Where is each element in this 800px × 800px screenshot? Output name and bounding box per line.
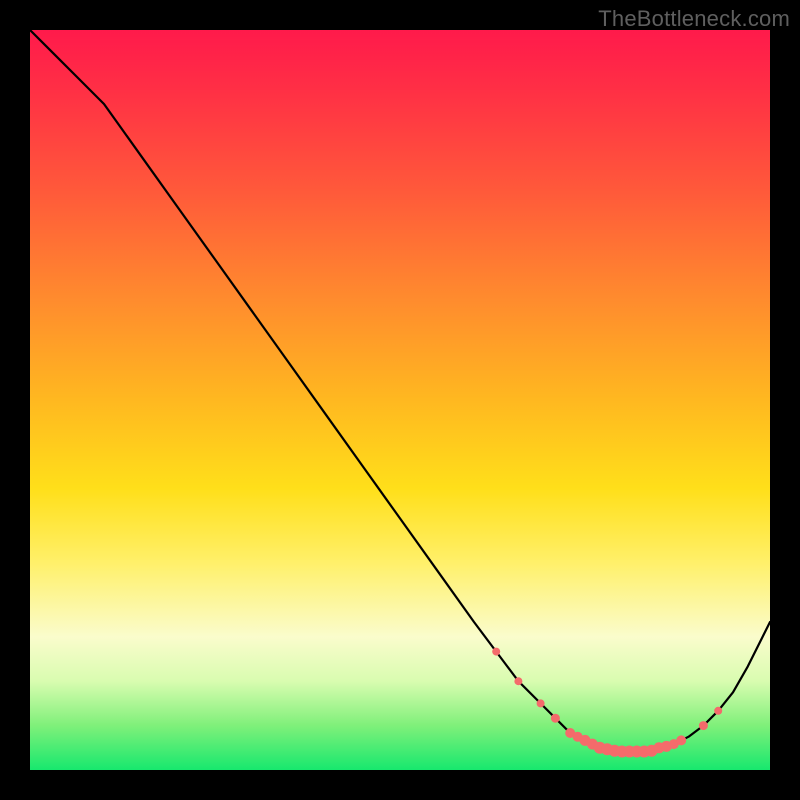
attribution-text: TheBottleneck.com [598, 6, 790, 32]
highlight-dots-group [492, 648, 722, 758]
highlight-dot [492, 648, 500, 656]
plot-area [30, 30, 770, 770]
highlight-dot [514, 677, 522, 685]
highlight-dot [676, 735, 686, 745]
bottleneck-curve [30, 30, 770, 752]
highlight-dot [699, 721, 708, 730]
chart-svg [30, 30, 770, 770]
highlight-dot [551, 714, 560, 723]
chart-frame: TheBottleneck.com [0, 0, 800, 800]
highlight-dot [714, 707, 722, 715]
highlight-dot [537, 699, 545, 707]
